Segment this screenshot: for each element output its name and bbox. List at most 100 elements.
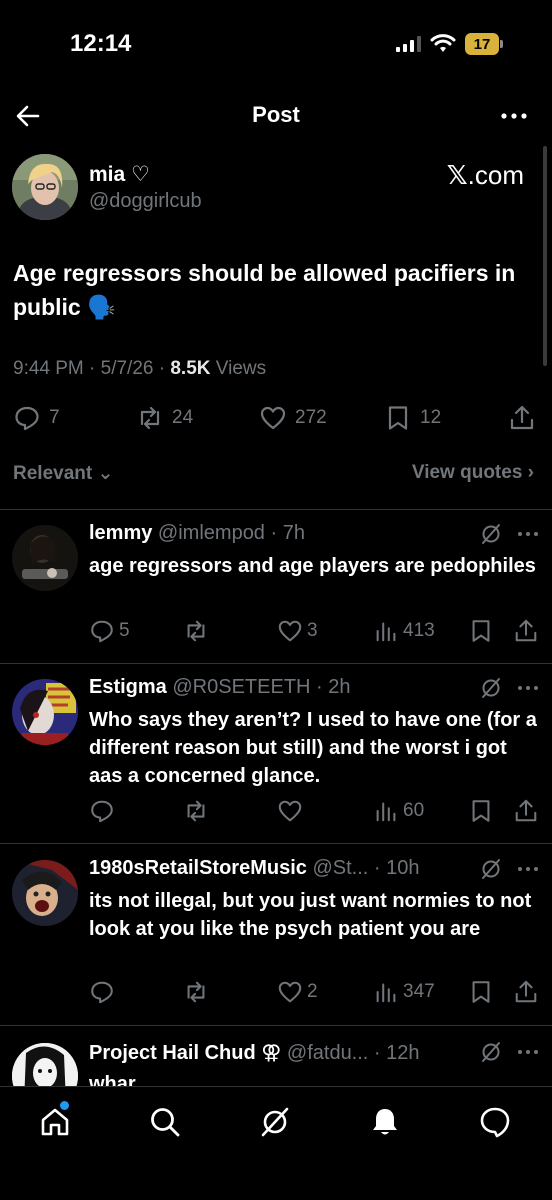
bookmark-button[interactable] [468, 618, 494, 644]
grok-icon[interactable] [479, 857, 503, 881]
share-button[interactable] [513, 979, 539, 1005]
avatar[interactable] [12, 1043, 78, 1086]
avatar[interactable] [12, 154, 78, 220]
view-quotes-link[interactable]: View quotes › [412, 462, 534, 484]
like-icon [278, 981, 302, 1003]
post-text: Age regressors should be allowed pacifie… [13, 260, 516, 320]
like-button[interactable] [277, 798, 307, 824]
reply-count: 5 [119, 620, 130, 641]
messages-icon[interactable] [478, 1105, 512, 1139]
views-button[interactable]: 347 [373, 979, 435, 1005]
search-icon[interactable] [148, 1105, 182, 1139]
bookmark-count: 12 [420, 407, 442, 428]
like-button[interactable]: 3 [277, 618, 318, 644]
repost-button[interactable] [183, 798, 213, 824]
reply-author-handle[interactable]: @St... · 10h [307, 857, 419, 879]
repost-icon [187, 981, 205, 1003]
reply-author-handle[interactable]: @imlempod · 7h [152, 522, 305, 544]
reply-header: Project Hail Chud ⚢ @fatdu... · 12h [89, 1040, 420, 1065]
reply-author-handle[interactable]: @R0SETEETH · 2h [167, 676, 350, 698]
grok-icon[interactable] [479, 676, 503, 700]
more-icon[interactable] [498, 104, 530, 128]
reply-author-handle[interactable]: @fatdu... · 12h [281, 1042, 420, 1064]
more-icon[interactable] [517, 857, 539, 881]
like-button[interactable]: 2 [277, 979, 318, 1005]
views-button[interactable]: 413 [373, 618, 435, 644]
views-button[interactable]: 60 [373, 798, 424, 824]
bookmark-icon [388, 406, 408, 430]
sort-relevant-button[interactable]: Relevant ⌄ [13, 462, 113, 485]
grok-icon[interactable] [479, 1040, 503, 1064]
avatar[interactable] [12, 525, 78, 591]
grok-icon[interactable] [258, 1105, 292, 1139]
like-icon [278, 620, 302, 642]
reply-button[interactable] [89, 798, 119, 824]
reply-item[interactable]: 1980sRetailStoreMusic @St... · 10h its n… [0, 857, 552, 1023]
reply-header: lemmy @imlempod · 7h [89, 522, 305, 545]
post-action-bar: 7 24 272 12 [0, 400, 552, 436]
reply-item[interactable]: Project Hail Chud ⚢ @fatdu... · 12h whar [0, 1040, 552, 1086]
reply-button[interactable]: 7 [13, 404, 60, 432]
reply-icon [91, 800, 113, 823]
views-icon [376, 622, 396, 642]
reply-author-name[interactable]: Project Hail Chud ⚢ [89, 1042, 281, 1064]
reply-action-bar: 60 [0, 798, 552, 826]
cell-signal-icon [396, 36, 421, 52]
bookmark-button[interactable] [468, 798, 494, 824]
notifications-icon[interactable] [368, 1105, 402, 1139]
reply-button[interactable]: 5 [89, 618, 130, 644]
like-icon [260, 406, 286, 430]
wifi-icon [430, 34, 456, 52]
like-button[interactable]: 272 [259, 404, 327, 432]
bookmark-icon [472, 620, 490, 642]
bookmark-icon [472, 800, 490, 822]
reply-sort-row: Relevant ⌄ View quotes › [0, 462, 552, 490]
reply-author-name[interactable]: lemmy [89, 522, 152, 544]
reply-icon [15, 406, 39, 431]
author-handle[interactable]: @doggirlcub [89, 190, 202, 213]
more-icon[interactable] [517, 676, 539, 700]
reply-count: 7 [49, 407, 60, 428]
repost-button[interactable]: 24 [136, 404, 193, 432]
more-icon[interactable] [517, 522, 539, 546]
share-button[interactable] [508, 404, 536, 432]
reply-author-name[interactable]: 1980sRetailStoreMusic [89, 857, 307, 879]
share-button[interactable] [513, 618, 539, 644]
views-count: 413 [403, 620, 435, 641]
reply-header: 1980sRetailStoreMusic @St... · 10h [89, 857, 419, 880]
sort-relevant-label: Relevant [13, 463, 93, 484]
reply-icon [91, 981, 113, 1004]
reply-text: Who says they aren’t? I used to have one… [89, 709, 537, 787]
home-icon[interactable] [38, 1105, 72, 1139]
like-count: 272 [295, 407, 327, 428]
repost-button[interactable] [183, 618, 213, 644]
x-logo-icon: 𝕏 [446, 160, 468, 190]
reply-author-name[interactable]: Estigma [89, 676, 167, 698]
reply-item[interactable]: Estigma @R0SETEETH · 2h Who says they ar… [0, 676, 552, 841]
battery-icon: 17 [465, 33, 503, 55]
like-count: 3 [307, 620, 318, 641]
grok-icon[interactable] [479, 522, 503, 546]
chevron-down-icon: ⌄ [97, 463, 114, 484]
share-button[interactable] [513, 798, 539, 824]
avatar[interactable] [12, 679, 78, 745]
reply-item[interactable]: lemmy @imlempod · 7h age regressors and … [0, 522, 552, 662]
source-watermark: 𝕏.com [447, 160, 524, 191]
author-name[interactable]: mia ♡ [89, 162, 150, 187]
post-timestamp: 9:44 PM · 5/7/26 · [13, 358, 171, 379]
reply-action-bar: 2 347 [0, 979, 552, 1007]
bookmark-icon [472, 981, 490, 1003]
repost-button[interactable] [183, 979, 213, 1005]
bookmark-button[interactable]: 12 [384, 404, 441, 432]
bookmark-button[interactable] [468, 979, 494, 1005]
home-notification-dot [60, 1101, 69, 1110]
reply-text: its not illegal, but you just want normi… [89, 890, 532, 940]
reply-action-bar: 5 3 413 [0, 618, 552, 646]
page-title: Post [252, 102, 300, 127]
more-icon[interactable] [517, 1040, 539, 1064]
avatar[interactable] [12, 860, 78, 926]
reply-button[interactable] [89, 979, 119, 1005]
source-text: .com [467, 160, 524, 190]
reply-text: age regressors and age players are pedop… [89, 555, 536, 577]
scrollbar[interactable] [543, 146, 547, 366]
